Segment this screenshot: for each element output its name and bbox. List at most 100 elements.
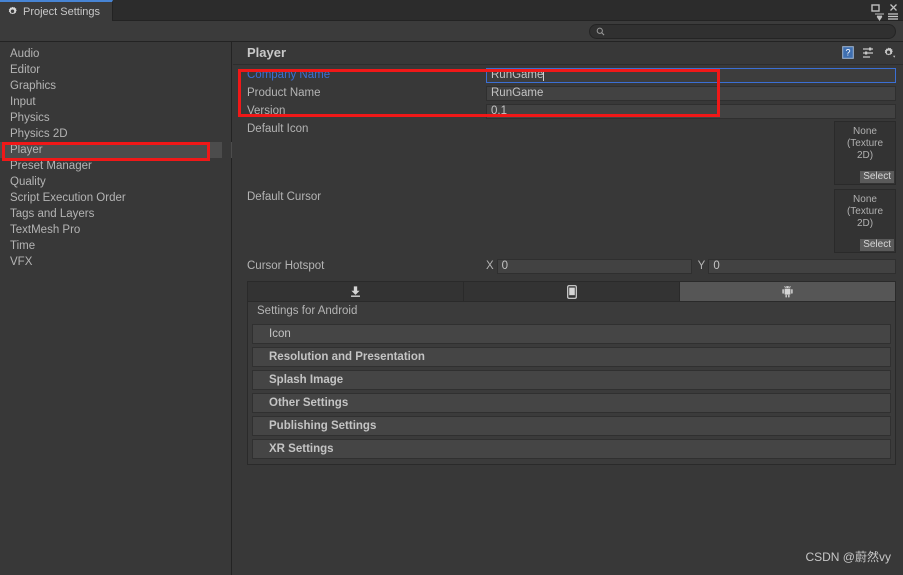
- sidebar-item-graphics[interactable]: Graphics: [0, 78, 231, 94]
- property-row-company-name: Company Name RunGame: [233, 66, 903, 84]
- sidebar-item-audio[interactable]: Audio: [0, 46, 231, 62]
- sidebar-item-quality[interactable]: Quality: [0, 174, 231, 190]
- section-resolution-and-presentation[interactable]: Resolution and Presentation: [252, 347, 891, 367]
- sidebar-item-label: Player: [10, 144, 43, 156]
- cursor-hotspot-label: Cursor Hotspot: [247, 260, 325, 272]
- company-name-label: Company Name: [247, 69, 331, 81]
- gear-icon: [8, 6, 17, 15]
- default-cursor-label: Default Cursor: [247, 191, 322, 203]
- svg-text:?: ?: [845, 48, 850, 58]
- section-publishing-settings[interactable]: Publishing Settings: [252, 416, 891, 436]
- default-cursor-select-button[interactable]: Select: [860, 239, 894, 251]
- sidebar-item-label: Quality: [10, 176, 46, 188]
- property-row-default-icon: Default Icon None (Texture 2D) Select: [233, 120, 903, 188]
- property-row-default-cursor: Default Cursor None (Texture 2D) Select: [233, 188, 903, 256]
- dropdown-icon[interactable]: [874, 12, 885, 21]
- sidebar-item-physics[interactable]: Physics: [0, 110, 231, 126]
- cursor-hotspot-y-value: 0: [713, 260, 720, 272]
- section-splash-image[interactable]: Splash Image: [252, 370, 891, 390]
- project-settings-window: Project Settings Audio Editor Graphics I…: [0, 0, 903, 575]
- android-robot-icon: [782, 286, 793, 298]
- settings-for-platform-label: Settings for Android: [257, 305, 358, 317]
- sidebar-item-input[interactable]: Input: [0, 94, 231, 110]
- title-bar: Project Settings: [0, 0, 903, 21]
- page-title: Player: [247, 45, 287, 60]
- player-properties: Company Name RunGame Product Name RunGam…: [233, 65, 903, 276]
- sidebar-scrollbar[interactable]: [222, 42, 231, 575]
- product-name-input[interactable]: RunGame: [486, 85, 896, 101]
- sidebar-item-label: VFX: [10, 256, 33, 268]
- section-xr-settings[interactable]: XR Settings: [252, 439, 891, 459]
- sidebar-item-tags-and-layers[interactable]: Tags and Layers: [0, 206, 231, 222]
- default-icon-value-line3: 2D): [856, 150, 874, 161]
- sidebar-item-label: Audio: [10, 48, 40, 60]
- search-icon: [596, 27, 605, 36]
- product-name-label: Product Name: [247, 87, 321, 99]
- platform-tab-android[interactable]: [680, 282, 895, 301]
- cursor-hotspot-x-input[interactable]: 0: [496, 258, 692, 274]
- sidebar-item-label: Tags and Layers: [10, 208, 95, 220]
- hamburger-menu-icon[interactable]: [887, 12, 899, 21]
- section-label: Splash Image: [269, 374, 344, 386]
- sidebar-item-preset-manager[interactable]: Preset Manager: [0, 158, 231, 174]
- section-label: Resolution and Presentation: [269, 351, 425, 363]
- sidebar-item-label: Editor: [10, 64, 41, 76]
- platform-tab-bar: [248, 282, 895, 302]
- sidebar-item-editor[interactable]: Editor: [0, 62, 231, 78]
- default-cursor-value-line3: 2D): [856, 218, 874, 229]
- settings-section-list: Icon Resolution and Presentation Splash …: [248, 324, 895, 464]
- section-other-settings[interactable]: Other Settings: [252, 393, 891, 413]
- sidebar-item-label: Input: [10, 96, 36, 108]
- sidebar-item-label: Preset Manager: [10, 160, 92, 172]
- section-label: Icon: [269, 328, 291, 340]
- property-row-version: Version 0.1: [233, 102, 903, 120]
- section-label: Publishing Settings: [269, 420, 377, 432]
- product-name-value: RunGame: [491, 87, 544, 99]
- section-icon[interactable]: Icon: [252, 324, 891, 344]
- default-cursor-value-line2: (Texture: [846, 206, 884, 217]
- platform-tab-standalone[interactable]: [248, 282, 464, 301]
- gear-dropdown-icon[interactable]: [883, 47, 896, 59]
- cursor-hotspot-y-input[interactable]: 0: [708, 258, 896, 274]
- cursor-hotspot-y-label: Y: [697, 260, 706, 272]
- help-icon[interactable]: ?: [842, 46, 854, 59]
- sidebar-item-textmesh-pro[interactable]: TextMesh Pro: [0, 222, 231, 238]
- sidebar-item-label: TextMesh Pro: [10, 224, 81, 236]
- default-icon-value-line2: (Texture: [846, 138, 884, 149]
- watermark: CSDN @蔚然vy: [805, 550, 891, 564]
- sidebar-item-script-execution-order[interactable]: Script Execution Order: [0, 190, 231, 206]
- sidebar-item-label: Physics: [10, 112, 50, 124]
- section-label: Other Settings: [269, 397, 349, 409]
- sidebar-item-vfx[interactable]: VFX: [0, 254, 231, 270]
- version-label: Version: [247, 105, 286, 117]
- standalone-download-icon: [351, 286, 360, 297]
- platform-settings-container: Settings for Android Icon Resolution and…: [247, 281, 896, 465]
- property-row-product-name: Product Name RunGame: [233, 84, 903, 102]
- sidebar-item-physics-2d[interactable]: Physics 2D: [0, 126, 231, 142]
- sidebar-item-label: Time: [10, 240, 36, 252]
- sidebar-item-player[interactable]: Player: [0, 142, 232, 158]
- default-icon-object-field[interactable]: None (Texture 2D) Select: [834, 121, 896, 185]
- search-bar-row: [0, 21, 903, 42]
- version-input[interactable]: 0.1: [486, 103, 896, 119]
- preset-icon[interactable]: [862, 47, 875, 59]
- sidebar-item-label: Graphics: [10, 80, 57, 92]
- platform-tab-ios[interactable]: [464, 282, 680, 301]
- company-name-value: RunGame: [491, 69, 544, 81]
- sidebar-item-time[interactable]: Time: [0, 238, 231, 254]
- panel-header-icons: ?: [842, 46, 896, 59]
- window-menu-controls: [874, 12, 899, 21]
- version-value: 0.1: [491, 105, 507, 117]
- cursor-hotspot-x-label: X: [486, 260, 494, 272]
- tab-project-settings[interactable]: Project Settings: [0, 0, 114, 21]
- player-settings-panel: Player ? Company Name RunGame Product Na…: [233, 42, 903, 575]
- default-cursor-object-field[interactable]: None (Texture 2D) Select: [834, 189, 896, 253]
- search-input[interactable]: [589, 24, 896, 39]
- text-caret: [543, 69, 545, 81]
- default-icon-label: Default Icon: [247, 123, 309, 135]
- tab-label: Project Settings: [23, 5, 101, 18]
- default-icon-select-button[interactable]: Select: [860, 171, 894, 183]
- sidebar-item-label: Physics 2D: [10, 128, 68, 140]
- company-name-input[interactable]: RunGame: [486, 67, 896, 83]
- cursor-hotspot-x-value: 0: [501, 260, 509, 272]
